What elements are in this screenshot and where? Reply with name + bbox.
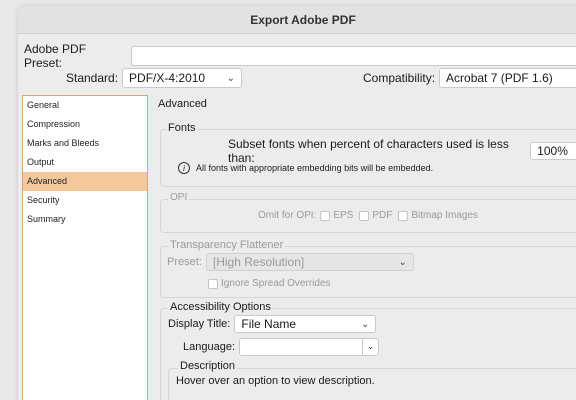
export-pdf-dialog: Export Adobe PDF Adobe PDF Preset: Stand… bbox=[18, 6, 576, 400]
sidebar-item-compression[interactable]: Compression bbox=[23, 115, 147, 134]
subset-percent-value: 100% bbox=[537, 144, 568, 158]
compatibility-value: Acrobat 7 (PDF 1.6) bbox=[446, 71, 553, 85]
sidebar-item-output[interactable]: Output bbox=[23, 153, 147, 172]
sidebar-item-advanced[interactable]: Advanced bbox=[23, 172, 147, 191]
fonts-info-row: i All fonts with appropriate embedding b… bbox=[178, 162, 433, 174]
chevron-down-icon: ⌄ bbox=[362, 339, 378, 355]
opi-pdf-checkbox[interactable] bbox=[359, 210, 370, 221]
fonts-info-text: All fonts with appropriate embedding bit… bbox=[196, 163, 434, 173]
ignore-overrides-row: Ignore Spread Overrides bbox=[208, 278, 331, 289]
standard-label: Standard: bbox=[66, 71, 119, 85]
standard-dropdown[interactable]: PDF/X-4:2010 ⌄ bbox=[122, 68, 243, 88]
display-title-row: Display Title: File Name ⌄ bbox=[168, 315, 377, 333]
category-sidebar: General Compression Marks and Bleeds Out… bbox=[22, 95, 148, 400]
chevron-down-icon: ⌄ bbox=[226, 72, 236, 84]
transparency-group-title: Transparency Flattener bbox=[168, 239, 286, 251]
ignore-overrides-checkbox[interactable] bbox=[208, 278, 218, 289]
opi-row: Omit for OPI: EPS PDF Bitmap Images bbox=[258, 210, 478, 221]
transparency-preset-value: [High Resolution] bbox=[212, 255, 305, 269]
display-title-label: Display Title: bbox=[168, 318, 231, 330]
language-row: Language: ⌄ bbox=[183, 338, 379, 356]
language-label: Language: bbox=[183, 341, 235, 353]
standard-value: PDF/X-4:2010 bbox=[129, 71, 206, 85]
compatibility-row: Compatibility: Acrobat 7 (PDF 1.6) bbox=[363, 68, 576, 88]
opi-eps-checkbox[interactable] bbox=[320, 210, 331, 221]
preset-dropdown[interactable] bbox=[130, 46, 576, 66]
standard-row: Standard: PDF/X-4:2010 ⌄ bbox=[66, 68, 243, 88]
description-text: Hover over an option to view description… bbox=[176, 375, 375, 387]
subset-row: Subset fonts when percent of characters … bbox=[228, 137, 576, 165]
transparency-preset-label: Preset: bbox=[167, 256, 202, 268]
subset-label: Subset fonts when percent of characters … bbox=[228, 137, 509, 165]
preset-row: Adobe PDF Preset: bbox=[24, 42, 576, 70]
opi-eps-label: EPS bbox=[333, 210, 354, 221]
transparency-preset-row: Preset: [High Resolution] ⌄ bbox=[167, 253, 414, 271]
opi-bitmap-checkbox[interactable] bbox=[398, 210, 409, 221]
page-title: Advanced bbox=[158, 98, 207, 110]
language-dropdown[interactable]: ⌄ bbox=[239, 338, 379, 356]
opi-omit-label: Omit for OPI: bbox=[258, 210, 317, 221]
fonts-group-title: Fonts bbox=[166, 122, 198, 134]
chevron-down-icon: ⌄ bbox=[398, 256, 407, 268]
sidebar-item-marks-and-bleeds[interactable]: Marks and Bleeds bbox=[23, 134, 147, 153]
preset-label: Adobe PDF Preset: bbox=[24, 42, 87, 70]
sidebar-item-general[interactable]: General bbox=[23, 96, 147, 115]
accessibility-group-title: Accessibility Options bbox=[168, 301, 273, 313]
transparency-preset-dropdown[interactable]: [High Resolution] ⌄ bbox=[205, 253, 414, 271]
display-title-dropdown[interactable]: File Name ⌄ bbox=[234, 315, 377, 333]
sidebar-item-summary[interactable]: Summary bbox=[23, 210, 147, 229]
opi-bitmap-label: Bitmap Images bbox=[411, 210, 479, 221]
subset-percent-input[interactable]: 100% bbox=[530, 142, 576, 160]
info-icon: i bbox=[178, 162, 190, 174]
sidebar-item-security[interactable]: Security bbox=[23, 191, 147, 210]
compatibility-label: Compatibility: bbox=[363, 71, 436, 85]
opi-pdf-label: PDF bbox=[372, 210, 393, 221]
compatibility-dropdown[interactable]: Acrobat 7 (PDF 1.6) bbox=[439, 68, 576, 88]
description-title: Description bbox=[178, 360, 238, 372]
display-title-value: File Name bbox=[241, 317, 297, 331]
ignore-overrides-label: Ignore Spread Overrides bbox=[221, 278, 331, 289]
window-title: Export Adobe PDF bbox=[18, 6, 576, 34]
chevron-down-icon: ⌄ bbox=[360, 318, 370, 330]
opi-group-title: OPI bbox=[168, 192, 190, 203]
